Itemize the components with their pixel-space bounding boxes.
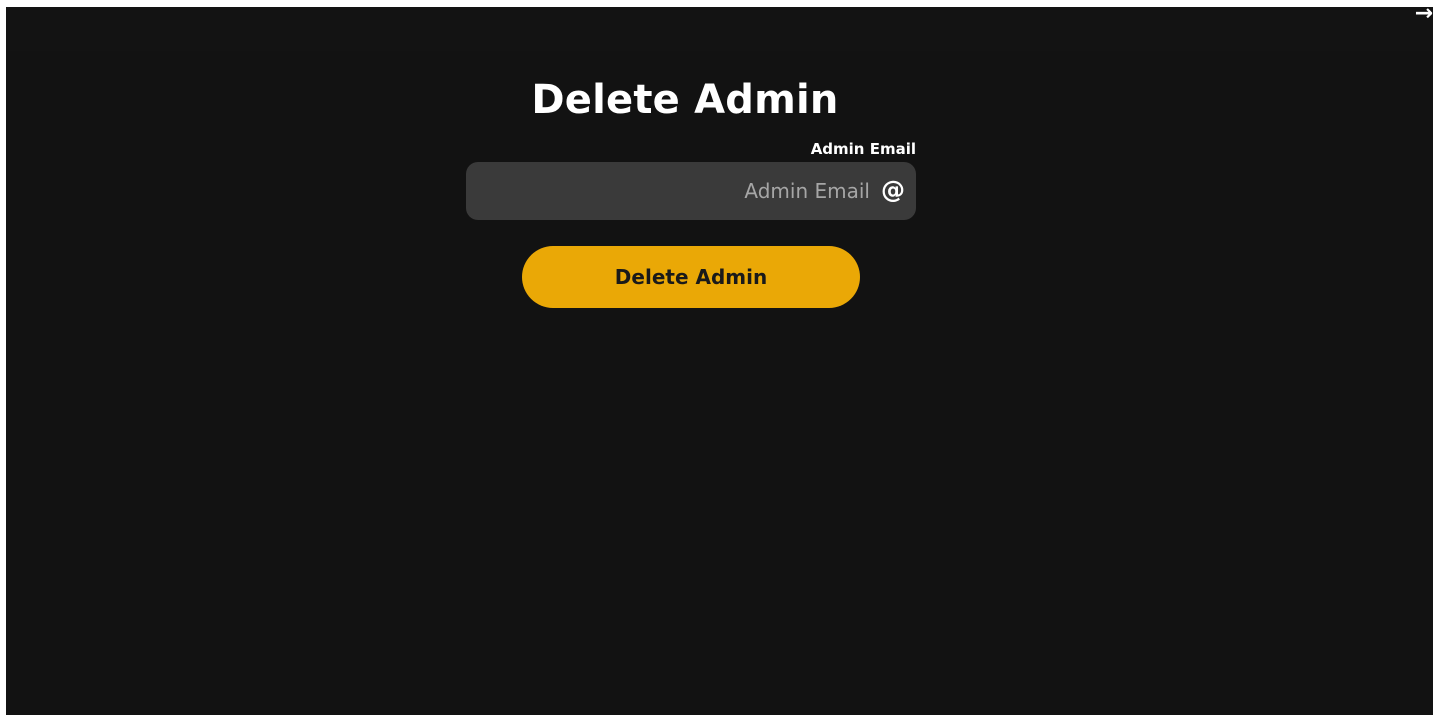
email-label: Admin Email bbox=[810, 140, 916, 158]
at-icon: @ bbox=[881, 176, 905, 204]
delete-admin-button[interactable]: Delete Admin bbox=[522, 246, 860, 308]
page-title: Delete Admin bbox=[531, 77, 839, 123]
top-bar bbox=[6, 7, 1433, 51]
email-field-container: @ bbox=[466, 162, 916, 220]
email-input[interactable] bbox=[480, 162, 870, 220]
arrow-right-icon[interactable]: → bbox=[1415, 7, 1433, 25]
app-frame: → Delete Admin Admin Email @ Delete Admi… bbox=[6, 7, 1433, 715]
